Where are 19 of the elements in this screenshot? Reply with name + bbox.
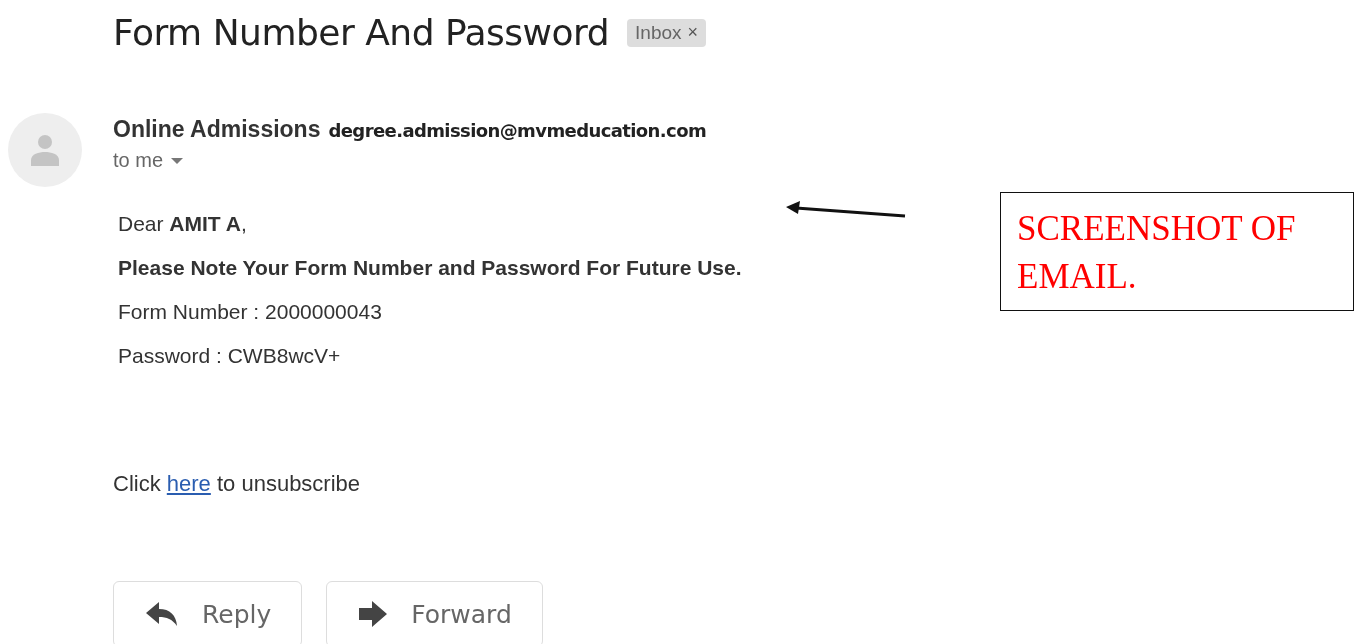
recipient-dropdown[interactable]: to me bbox=[113, 149, 184, 172]
body-text: Please Note Your Form Number and Password For Future Use. bbox=[118, 255, 742, 281]
email-subject: Form Number And Password bbox=[113, 12, 610, 53]
reply-button[interactable]: Reply bbox=[113, 581, 303, 644]
remove-label-button[interactable]: × bbox=[687, 22, 699, 43]
body-text: Password : CWB8wcV+ bbox=[118, 343, 341, 369]
body-text: Form Number : 2000000043 bbox=[118, 299, 382, 325]
unsubscribe-text: Click here to unsubscribe bbox=[113, 471, 362, 497]
annotation-note: SCREENSHOT OF EMAIL. bbox=[1000, 192, 1354, 311]
sender-email: degree.admission@mvmeducation.com bbox=[328, 120, 707, 141]
arrow-right-icon bbox=[359, 601, 388, 627]
label-text: Inbox bbox=[635, 21, 682, 44]
caret-icon bbox=[171, 157, 184, 164]
sender-name: Online Admissions bbox=[113, 116, 321, 143]
body-text: Dear AMIT A, bbox=[118, 211, 247, 237]
unsubscribe-link[interactable]: here bbox=[166, 471, 211, 496]
reply-icon bbox=[146, 601, 178, 627]
forward-button[interactable]: Forward bbox=[326, 581, 543, 644]
person-icon bbox=[31, 134, 59, 166]
